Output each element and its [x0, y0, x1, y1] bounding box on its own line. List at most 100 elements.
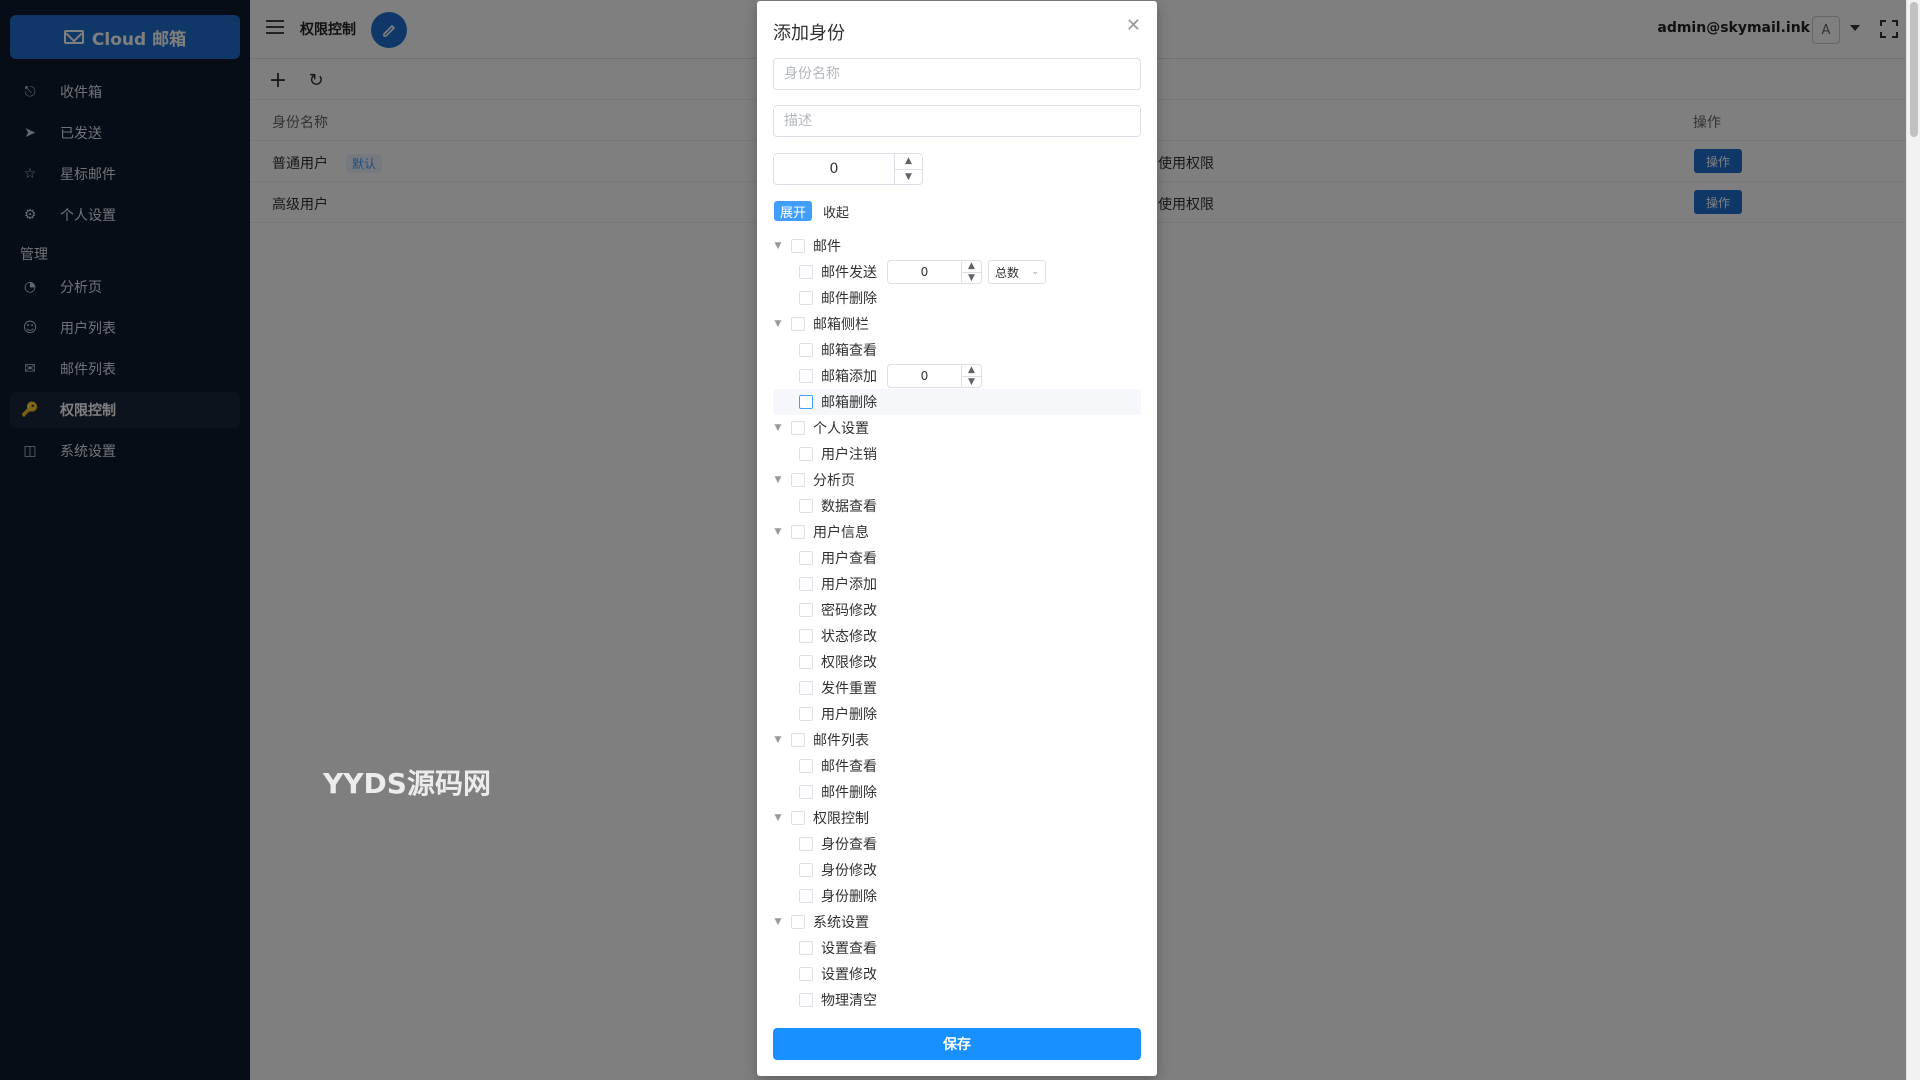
tree-leaf[interactable]: 用户删除 [773, 701, 1141, 727]
watermark: YYDS源码网 [323, 767, 491, 800]
checkbox[interactable] [799, 707, 813, 721]
tree-leaf[interactable]: 状态修改 [773, 623, 1141, 649]
tree-leaf[interactable]: 身份查看 [773, 831, 1141, 857]
decrement-icon[interactable]: ▼ [895, 170, 922, 185]
tree-node-label: 分析页 [813, 473, 855, 489]
caret-down-icon[interactable]: ▼ [773, 917, 783, 927]
page-scrollbar[interactable] [1906, 0, 1920, 1080]
checkbox[interactable] [799, 941, 813, 955]
checkbox[interactable] [799, 551, 813, 565]
checkbox[interactable] [791, 239, 805, 253]
caret-down-icon[interactable]: ▼ [773, 813, 783, 823]
tree-node[interactable]: ▼ 系统设置 [773, 909, 1141, 935]
increment-icon[interactable]: ▲ [962, 261, 981, 273]
tree-node-label: 用户信息 [813, 525, 869, 541]
tree-leaf[interactable]: 邮箱查看 [773, 337, 1141, 363]
expand-button[interactable]: 展开 [774, 201, 813, 221]
tree-leaf-label: 身份修改 [821, 863, 877, 879]
checkbox[interactable] [791, 915, 805, 929]
checkbox[interactable] [791, 421, 805, 435]
checkbox[interactable] [799, 993, 813, 1007]
checkbox[interactable] [791, 733, 805, 747]
checkbox[interactable] [799, 889, 813, 903]
checkbox[interactable] [799, 785, 813, 799]
tree-leaf[interactable]: 邮件删除 [773, 779, 1141, 805]
checkbox[interactable] [799, 447, 813, 461]
tree-leaf[interactable]: 身份修改 [773, 857, 1141, 883]
caret-down-icon[interactable]: ▼ [773, 475, 783, 485]
tree-leaf[interactable]: 发件重置 [773, 675, 1141, 701]
quota-stepper[interactable]: 0 ▲ ▼ [887, 364, 982, 388]
sort-value: 0 [829, 161, 839, 177]
checkbox[interactable] [799, 343, 813, 357]
tree-leaf[interactable]: 用户查看 [773, 545, 1141, 571]
checkbox[interactable] [799, 395, 813, 409]
tree-leaf[interactable]: 邮件查看 [773, 753, 1141, 779]
tree-leaf[interactable]: 邮箱删除 [773, 389, 1141, 415]
decrement-icon[interactable]: ▼ [962, 273, 981, 284]
tree-node-label: 邮箱侧栏 [813, 317, 869, 333]
tree-leaf[interactable]: 设置查看 [773, 935, 1141, 961]
save-button[interactable]: 保存 [773, 1028, 1141, 1060]
tree-node[interactable]: ▼ 用户信息 [773, 519, 1141, 545]
tree-node-label: 个人设置 [813, 421, 869, 437]
description-input[interactable] [773, 105, 1141, 137]
checkbox[interactable] [799, 603, 813, 617]
checkbox[interactable] [799, 369, 813, 383]
checkbox[interactable] [791, 811, 805, 825]
tree-node-label: 权限控制 [813, 811, 869, 827]
checkbox[interactable] [799, 967, 813, 981]
decrement-icon[interactable]: ▼ [962, 377, 981, 388]
increment-icon[interactable]: ▲ [962, 365, 981, 377]
tree-leaf[interactable]: 权限修改 [773, 649, 1141, 675]
tree-leaf[interactable]: 物理清空 [773, 987, 1141, 1013]
checkbox[interactable] [791, 525, 805, 539]
checkbox[interactable] [799, 291, 813, 305]
identity-name-input[interactable] [773, 58, 1141, 90]
sort-stepper[interactable]: 0 ▲ ▼ [773, 153, 923, 185]
caret-down-icon[interactable]: ▼ [773, 735, 783, 745]
tree-leaf[interactable]: 邮件发送 0 ▲ ▼ 总数 ⌄ [773, 259, 1141, 285]
tree-node[interactable]: ▼ 分析页 [773, 467, 1141, 493]
tree-leaf[interactable]: 邮箱添加 0 ▲ ▼ [773, 363, 1141, 389]
collapse-button[interactable]: 收起 [823, 201, 849, 221]
quota-type-select[interactable]: 总数 ⌄ [988, 260, 1046, 284]
tree-leaf[interactable]: 用户注销 [773, 441, 1141, 467]
checkbox[interactable] [791, 317, 805, 331]
tree-node[interactable]: ▼ 邮箱侧栏 [773, 311, 1141, 337]
scrollbar-thumb[interactable] [1910, 2, 1918, 137]
tree-node[interactable]: ▼ 个人设置 [773, 415, 1141, 441]
tree-node[interactable]: ▼ 邮件列表 [773, 727, 1141, 753]
tree-leaf-label: 状态修改 [821, 629, 877, 645]
checkbox[interactable] [799, 577, 813, 591]
checkbox[interactable] [791, 473, 805, 487]
checkbox[interactable] [799, 863, 813, 877]
tree-leaf[interactable]: 数据查看 [773, 493, 1141, 519]
close-icon[interactable]: ✕ [1126, 15, 1141, 36]
checkbox[interactable] [799, 759, 813, 773]
quota-stepper[interactable]: 0 ▲ ▼ [887, 260, 982, 284]
checkbox[interactable] [799, 499, 813, 513]
tree-node-label: 邮件列表 [813, 733, 869, 749]
increment-icon[interactable]: ▲ [895, 154, 922, 170]
tree-node[interactable]: ▼ 权限控制 [773, 805, 1141, 831]
checkbox[interactable] [799, 837, 813, 851]
tree-leaf[interactable]: 身份删除 [773, 883, 1141, 909]
checkbox[interactable] [799, 681, 813, 695]
tree-leaf-label: 邮件查看 [821, 759, 877, 775]
caret-down-icon[interactable]: ▼ [773, 241, 783, 251]
checkbox[interactable] [799, 629, 813, 643]
tree-leaf[interactable]: 设置修改 [773, 961, 1141, 987]
caret-down-icon[interactable]: ▼ [773, 527, 783, 537]
caret-down-icon[interactable]: ▼ [773, 319, 783, 329]
add-identity-dialog: 添加身份 ✕ 0 ▲▼ 展开 收起 ▼邮件邮件发送0▲▼总数⌄邮件删除▼邮箱侧栏… [757, 1, 1157, 1076]
tree-leaf[interactable]: 邮件删除 [773, 285, 1141, 311]
tree-leaf-label: 物理清空 [821, 993, 877, 1009]
tree-leaf-label: 密码修改 [821, 603, 877, 619]
tree-node[interactable]: ▼ 邮件 [773, 233, 1141, 259]
tree-leaf[interactable]: 密码修改 [773, 597, 1141, 623]
tree-leaf[interactable]: 用户添加 [773, 571, 1141, 597]
caret-down-icon[interactable]: ▼ [773, 423, 783, 433]
checkbox[interactable] [799, 265, 813, 279]
checkbox[interactable] [799, 655, 813, 669]
